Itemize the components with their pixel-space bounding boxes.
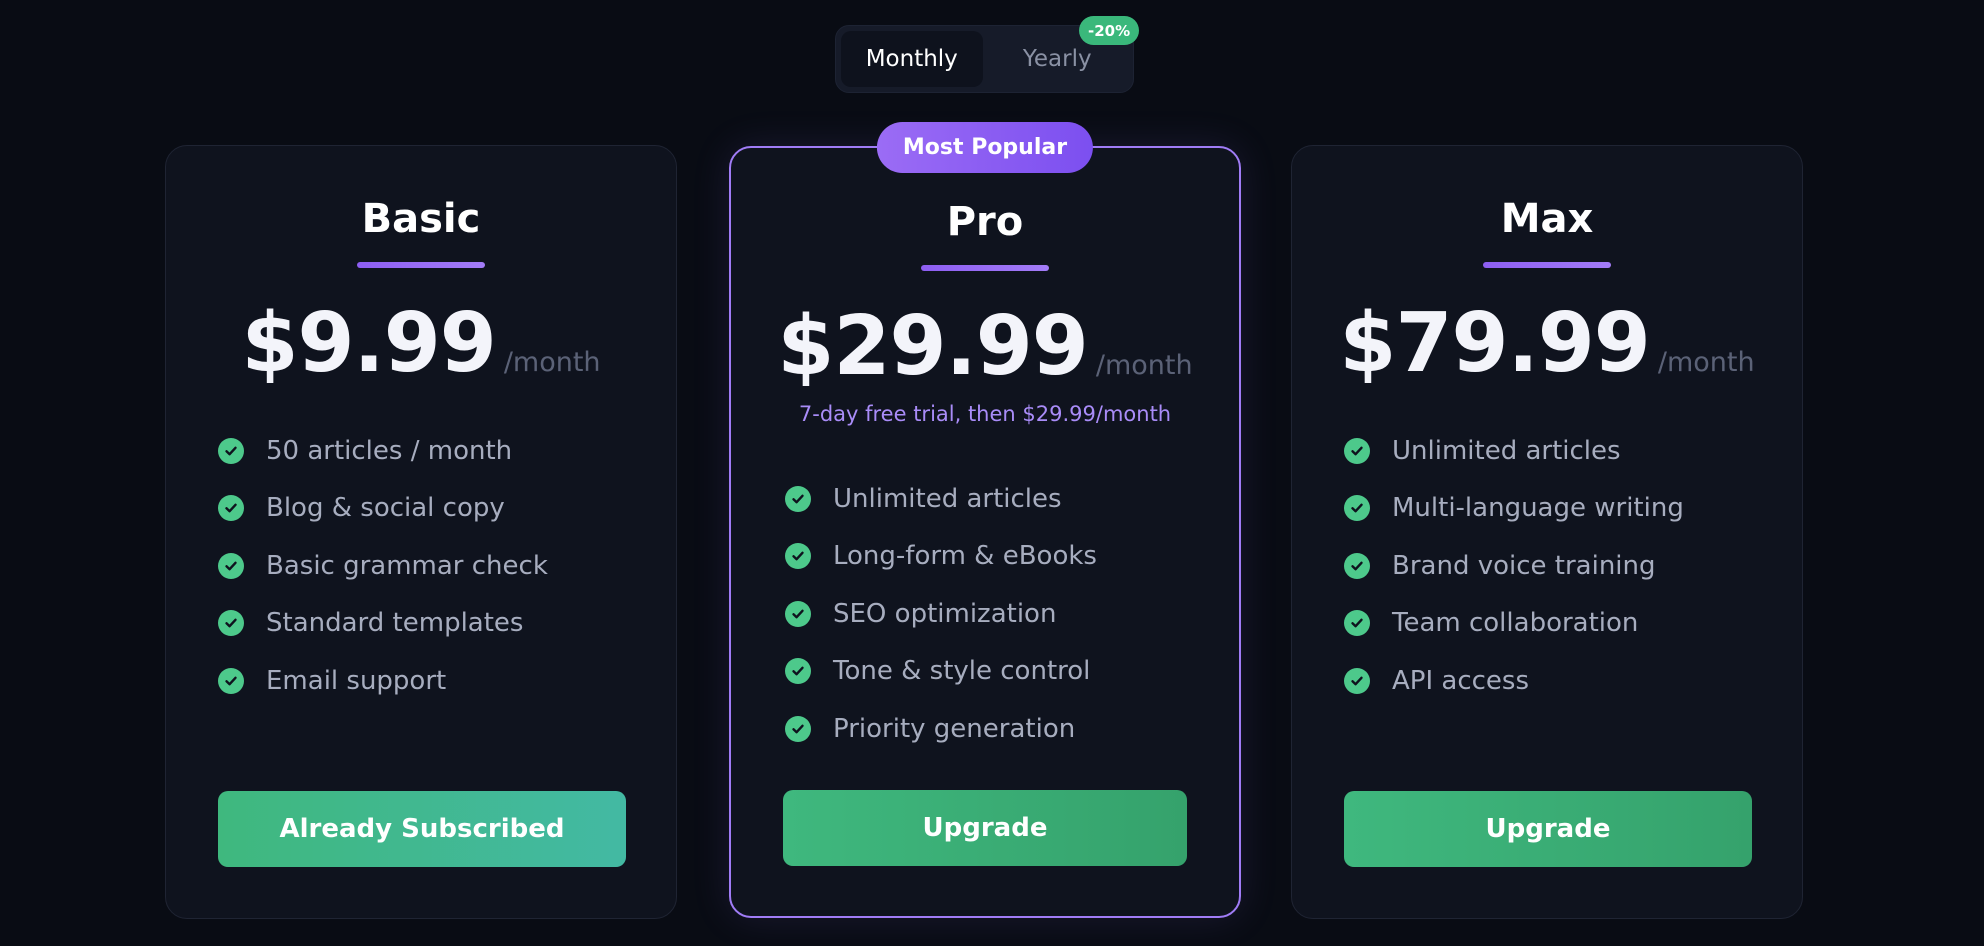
feature-label: Team collaboration: [1392, 608, 1639, 639]
price-period: /month: [1657, 347, 1755, 378]
feature-list: 50 articles / month Blog & social copy B…: [218, 422, 548, 710]
plan-name-underline: [921, 265, 1049, 271]
price-period: /month: [503, 347, 601, 378]
feature-label: Standard templates: [266, 608, 524, 639]
trial-note: 7-day free trial, then $29.99/month: [798, 402, 1172, 426]
check-circle-icon: [785, 600, 811, 627]
feature-label: SEO optimization: [833, 598, 1057, 629]
feature-item: API access: [1344, 652, 1684, 710]
plan-name: Max: [1500, 196, 1594, 242]
feature-label: Long-form & eBooks: [833, 541, 1097, 572]
plan-name-underline: [1483, 262, 1611, 268]
feature-item: Unlimited articles: [1344, 422, 1684, 480]
plan-price: $79.99: [1339, 296, 1650, 391]
plan-name-underline: [357, 262, 485, 268]
check-circle-icon: [1344, 495, 1370, 522]
feature-item: SEO optimization: [785, 585, 1097, 643]
plan-card-max: Max $79.99 /month Unlimited articles Mul…: [1291, 145, 1803, 919]
feature-label: Tone & style control: [833, 656, 1091, 687]
check-circle-icon: [785, 658, 811, 685]
feature-item: 50 articles / month: [218, 422, 548, 480]
feature-item: Blog & social copy: [218, 480, 548, 538]
feature-item: Team collaboration: [1344, 595, 1684, 653]
check-circle-icon: [218, 495, 244, 522]
plan-card-basic: Basic $9.99 /month 50 articles / month B…: [165, 145, 677, 919]
plan-name: Pro: [946, 199, 1024, 245]
feature-item: Tone & style control: [785, 643, 1097, 701]
monthly-toggle-button[interactable]: Monthly: [841, 31, 983, 87]
check-circle-icon: [1344, 552, 1370, 579]
check-circle-icon: [218, 437, 244, 464]
feature-item: Long-form & eBooks: [785, 528, 1097, 586]
plan-price: $9.99: [241, 296, 496, 391]
check-circle-icon: [1344, 667, 1370, 694]
upgrade-pro-button[interactable]: Upgrade: [783, 790, 1187, 866]
feature-list: Unlimited articles Multi-language writin…: [1344, 422, 1684, 710]
feature-item: Email support: [218, 652, 548, 710]
feature-label: Email support: [266, 665, 447, 696]
already-subscribed-button[interactable]: Already Subscribed: [218, 791, 626, 867]
most-popular-badge: Most Popular: [876, 122, 1094, 173]
feature-label: Blog & social copy: [266, 493, 505, 524]
check-circle-icon: [785, 485, 811, 512]
price-row: $29.99 /month: [731, 299, 1239, 394]
price-row: $9.99 /month: [166, 296, 676, 391]
feature-label: API access: [1392, 665, 1530, 696]
feature-item: Basic grammar check: [218, 537, 548, 595]
check-circle-icon: [218, 610, 244, 637]
plan-card-pro: Most Popular Pro $29.99 /month 7-day fre…: [729, 122, 1241, 918]
feature-label: Priority generation: [833, 713, 1076, 744]
feature-label: Unlimited articles: [833, 483, 1062, 514]
feature-item: Standard templates: [218, 595, 548, 653]
check-circle-icon: [785, 715, 811, 742]
feature-label: Multi-language writing: [1392, 493, 1684, 524]
check-circle-icon: [1344, 610, 1370, 637]
price-row: $79.99 /month: [1292, 296, 1802, 391]
feature-item: Unlimited articles: [785, 470, 1097, 528]
feature-item: Multi-language writing: [1344, 480, 1684, 538]
feature-label: 50 articles / month: [266, 435, 513, 466]
check-circle-icon: [1344, 437, 1370, 464]
feature-list: Unlimited articles Long-form & eBooks SE…: [785, 470, 1097, 758]
feature-item: Priority generation: [785, 700, 1097, 758]
price-period: /month: [1095, 350, 1193, 381]
upgrade-max-button[interactable]: Upgrade: [1344, 791, 1752, 867]
feature-label: Basic grammar check: [266, 550, 548, 581]
feature-item: Brand voice training: [1344, 537, 1684, 595]
feature-label: Unlimited articles: [1392, 435, 1621, 466]
yearly-discount-badge: -20%: [1079, 16, 1140, 45]
check-circle-icon: [218, 552, 244, 579]
check-circle-icon: [785, 543, 811, 570]
check-circle-icon: [218, 667, 244, 694]
plan-price: $29.99: [777, 299, 1088, 394]
feature-label: Brand voice training: [1392, 550, 1656, 581]
plan-name: Basic: [361, 196, 481, 242]
